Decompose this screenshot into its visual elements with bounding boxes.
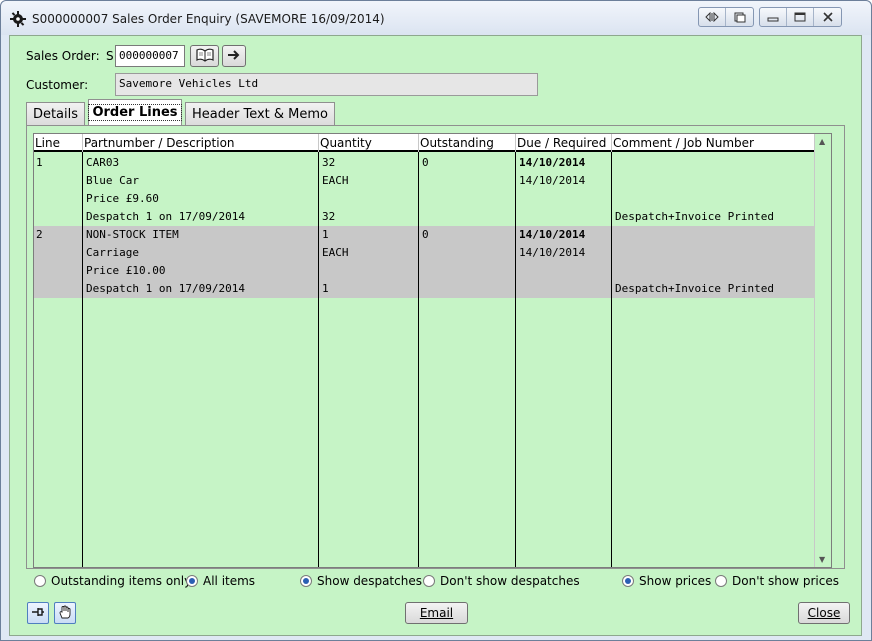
client-area: Sales Order: S 000000007 Customer: Savem… — [9, 35, 862, 636]
cell-part: NON-STOCK ITEM — [86, 228, 179, 241]
header-separator — [418, 134, 419, 152]
sales-order-enquiry-window: S000000007 Sales Order Enquiry (SAVEMORE… — [0, 0, 872, 641]
radio-indicator[interactable] — [622, 575, 634, 587]
lookup-button[interactable] — [190, 45, 219, 67]
scroll-up-icon[interactable]: ▲ — [819, 137, 825, 146]
radio-indicator[interactable] — [715, 575, 727, 587]
table-row[interactable]: Price £10.00 — [34, 262, 815, 280]
table-row[interactable]: 2 NON-STOCK ITEM 1 0 14/10/2014 — [34, 226, 815, 244]
column-divider — [82, 152, 83, 567]
radio-all-items[interactable]: All items — [186, 574, 255, 588]
cell-part: CAR03 — [86, 156, 120, 169]
sales-order-prefix: S — [106, 49, 114, 63]
resize-icon[interactable] — [699, 8, 726, 26]
cell-outstanding: 0 — [422, 228, 429, 241]
tab-header-text-memo[interactable]: Header Text & Memo — [185, 102, 335, 125]
table-row[interactable]: Price £9.60 — [34, 190, 815, 208]
table-row[interactable]: 1 CAR03 32 0 14/10/2014 — [34, 154, 815, 172]
vertical-scrollbar[interactable]: ▲ ▼ — [814, 134, 831, 567]
col-header-due[interactable]: Due / Required — [517, 136, 606, 150]
cell-due: 14/10/2014 — [519, 228, 586, 241]
col-header-quantity[interactable]: Quantity — [320, 136, 372, 150]
cell-qty: EACH — [322, 174, 349, 187]
column-divider — [611, 152, 612, 567]
customer-field: Savemore Vehicles Ltd — [115, 73, 538, 96]
window-extra-buttons — [698, 7, 754, 27]
col-header-part[interactable]: Partnumber / Description — [84, 136, 235, 150]
header-separator — [82, 134, 83, 152]
cell-qty: EACH — [322, 246, 349, 259]
window-title: S000000007 Sales Order Enquiry (SAVEMORE… — [32, 12, 385, 26]
col-header-outstanding[interactable]: Outstanding — [420, 136, 494, 150]
radio-show-prices[interactable]: Show prices — [622, 574, 711, 588]
cell-due: 14/10/2014 — [519, 156, 586, 169]
header-separator — [515, 134, 516, 152]
radio-dont-show-despatches[interactable]: Don't show despatches — [423, 574, 580, 588]
cell-line: 1 — [36, 156, 43, 169]
copy-window-icon[interactable] — [726, 8, 753, 26]
cell-due: 14/10/2014 — [519, 174, 586, 187]
radio-indicator[interactable] — [300, 575, 312, 587]
tab-order-lines[interactable]: Order Lines — [88, 99, 182, 125]
app-gear-icon — [10, 11, 26, 27]
cell-qty: 1 — [322, 282, 329, 295]
radio-indicator[interactable] — [186, 575, 198, 587]
email-button[interactable]: Email — [405, 602, 468, 624]
cell-part: Carriage — [86, 246, 139, 259]
close-window-icon[interactable] — [814, 8, 841, 26]
header-separator — [611, 134, 612, 152]
pin-button[interactable] — [27, 602, 49, 624]
cell-part: Despatch 1 on 17/09/2014 — [86, 282, 245, 295]
cell-qty: 1 — [322, 228, 329, 241]
window-controls — [759, 7, 842, 27]
cell-qty: 32 — [322, 156, 336, 169]
radio-outstanding-only[interactable]: Outstanding items only — [34, 574, 191, 588]
scroll-down-icon[interactable]: ▼ — [819, 555, 825, 564]
customer-label: Customer: — [26, 78, 89, 92]
cell-part: Despatch 1 on 17/09/2014 — [86, 210, 245, 223]
cell-qty: 32 — [322, 210, 336, 223]
cell-outstanding: 0 — [422, 156, 429, 169]
go-button[interactable] — [222, 45, 246, 67]
table-row[interactable]: Carriage EACH 14/10/2014 — [34, 244, 815, 262]
cell-due: 14/10/2014 — [519, 246, 586, 259]
filter-options: Outstanding items only All items Show de… — [32, 574, 852, 594]
header-separator — [318, 134, 319, 152]
arrow-right-icon — [227, 49, 241, 64]
table-row[interactable]: Blue Car EACH 14/10/2014 — [34, 172, 815, 190]
minimize-icon[interactable] — [760, 8, 787, 26]
table-row[interactable]: Despatch 1 on 17/09/2014 32 Despatch+Invoi… — [34, 208, 815, 226]
sales-order-input[interactable]: 000000007 — [115, 45, 185, 67]
maximize-icon[interactable] — [787, 8, 814, 26]
cell-line: 2 — [36, 228, 43, 241]
tab-details[interactable]: Details — [26, 102, 85, 125]
cell-comment: Despatch+Invoice Printed — [615, 210, 774, 223]
cell-part: Price £9.60 — [86, 192, 159, 205]
sales-order-label: Sales Order: — [26, 49, 100, 63]
grid-header: Line Partnumber / Description Quantity O… — [34, 134, 815, 152]
order-lines-grid[interactable]: Line Partnumber / Description Quantity O… — [33, 133, 832, 568]
close-button[interactable]: Close — [798, 602, 850, 624]
radio-indicator[interactable] — [423, 575, 435, 587]
column-divider — [515, 152, 516, 567]
column-divider — [418, 152, 419, 567]
hand-button[interactable] — [54, 602, 76, 624]
table-row[interactable]: Despatch 1 on 17/09/2014 1 Despatch+Invoic… — [34, 280, 815, 298]
radio-dont-show-prices[interactable]: Don't show prices — [715, 574, 839, 588]
pin-icon — [31, 606, 45, 621]
col-header-line[interactable]: Line — [35, 136, 60, 150]
cell-comment: Despatch+Invoice Printed — [615, 282, 774, 295]
book-icon — [195, 48, 214, 65]
column-divider — [318, 152, 319, 567]
grid-rows: 1 CAR03 32 0 14/10/2014 Blue Car EACH 14/10/201… — [34, 154, 815, 298]
col-header-comment[interactable]: Comment / Job Number — [613, 136, 754, 150]
title-bar[interactable]: S000000007 Sales Order Enquiry (SAVEMORE… — [1, 1, 871, 35]
cell-part: Price £10.00 — [86, 264, 166, 277]
order-lines-panel: Line Partnumber / Description Quantity O… — [26, 125, 845, 569]
radio-show-despatches[interactable]: Show despatches — [300, 574, 422, 588]
hand-icon — [58, 605, 72, 622]
cell-part: Blue Car — [86, 174, 139, 187]
radio-indicator[interactable] — [34, 575, 46, 587]
